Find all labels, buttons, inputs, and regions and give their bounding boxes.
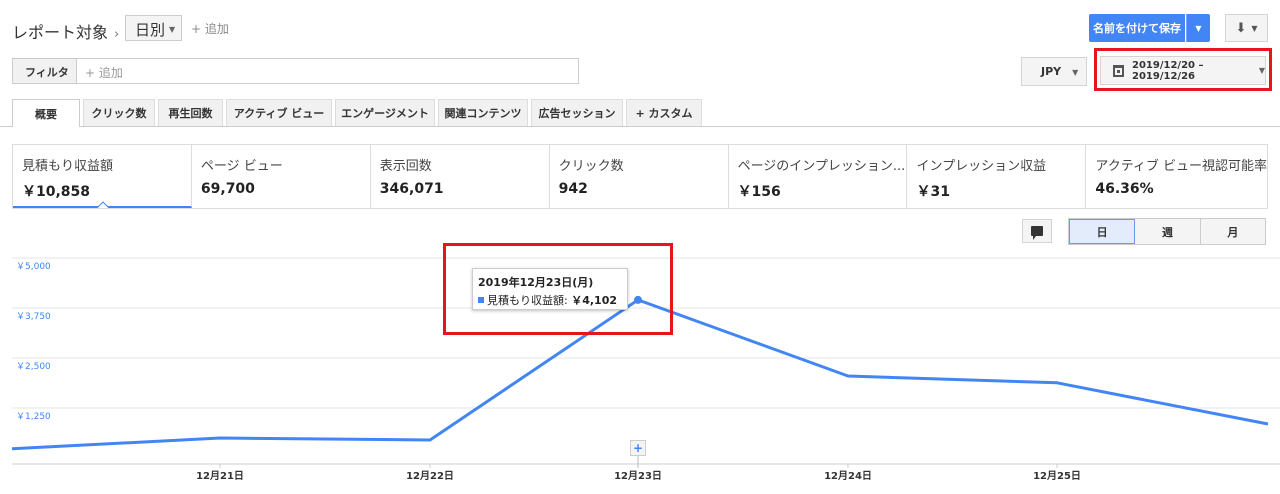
period-week-button[interactable]: 週	[1135, 219, 1201, 244]
y-tick-label: ￥3,750	[16, 312, 51, 322]
annotation-button[interactable]	[1022, 219, 1052, 243]
x-tick-label: 12月21日	[196, 470, 244, 482]
tab-divider	[0, 126, 1280, 127]
caret-down-icon: ▼	[1258, 66, 1265, 75]
metric-value: ￥31	[916, 184, 950, 200]
y-tick-label: ￥2,500	[16, 362, 51, 372]
date-range-value: 2019/12/20 – 2019/12/26	[1132, 59, 1204, 82]
tab-related-content[interactable]: 関連コンテンツ	[438, 99, 528, 126]
filter-input[interactable]: + 追加	[85, 64, 123, 81]
tab-ad-sessions[interactable]: 広告セッション	[531, 99, 623, 126]
metric-name: インプレッション収益	[916, 159, 1047, 174]
granularity-value: 日別	[135, 21, 166, 39]
caret-down-icon: ▼	[1251, 23, 1258, 33]
tab-views[interactable]: 再生回数	[158, 99, 223, 126]
save-as-button[interactable]: 名前を付けて保存	[1089, 14, 1185, 42]
metric-cards: 見積もり収益額 ￥10,858 ページ ビュー 69,700 表示回数 346,…	[12, 144, 1268, 209]
report-title: レポート対象 ›	[12, 19, 125, 43]
period-day-button[interactable]: 日	[1069, 219, 1136, 244]
selected-notch-icon	[97, 201, 109, 208]
currency-value: JPY	[1041, 65, 1062, 78]
metric-name: 見積もり収益額	[22, 159, 114, 174]
metric-name: クリック数	[558, 159, 624, 174]
report-tabs: 概要 クリック数 再生回数 アクティブ ビュー エンゲージメント 関連コンテンツ…	[12, 99, 702, 127]
series-swatch	[478, 297, 484, 303]
chevron-right-icon: ›	[114, 27, 120, 42]
x-tick-label: 12月24日	[824, 470, 872, 482]
period-toggle: 日 週 月	[1068, 218, 1266, 245]
metric-value: ￥10,858	[22, 184, 91, 200]
x-tick-label: 12月23日	[614, 470, 662, 482]
plus-icon: +	[632, 441, 644, 455]
metric-name: 表示回数	[379, 159, 432, 174]
metric-name: ページ ビュー	[200, 159, 283, 174]
comment-icon	[1031, 226, 1043, 240]
chart-tooltip: 2019年12月23日(月) 見積もり収益額: ￥4,102	[472, 268, 628, 310]
caret-down-icon: ▼	[169, 25, 176, 34]
metric-card-clicks[interactable]: クリック数 942	[550, 145, 729, 208]
currency-dropdown[interactable]: JPY ▼	[1021, 57, 1087, 86]
caret-down-icon: ▼	[1072, 68, 1079, 77]
calendar-icon	[1113, 64, 1125, 77]
save-menu-button[interactable]: ▼	[1186, 14, 1210, 42]
tooltip-date: 2019年12月23日(月)	[478, 276, 594, 289]
tab-custom[interactable]: + カスタム	[626, 99, 702, 126]
metric-value: 69,700	[200, 181, 255, 197]
metric-card-page-views[interactable]: ページ ビュー 69,700	[192, 145, 371, 208]
metric-value: ￥156	[737, 184, 781, 200]
metric-card-estimated-revenue[interactable]: 見積もり収益額 ￥10,858	[13, 145, 192, 208]
tab-engagement[interactable]: エンゲージメント	[335, 99, 435, 126]
filter-label: フィルタ	[13, 59, 77, 83]
x-tick-label: 12月25日	[1033, 470, 1081, 482]
y-tick-label: ￥5,000	[16, 262, 51, 272]
x-tick-label: 12月22日	[406, 470, 454, 482]
download-button[interactable]: ⬇ ▼	[1225, 14, 1268, 42]
tab-overview[interactable]: 概要	[12, 99, 80, 127]
metric-card-page-rpm[interactable]: ページのインプレッション... ￥156	[729, 145, 908, 208]
add-dimension-link[interactable]: + 追加	[191, 20, 229, 37]
download-icon: ⬇	[1235, 20, 1247, 36]
tab-active-view[interactable]: アクティブ ビュー	[226, 99, 332, 126]
metric-card-impressions[interactable]: 表示回数 346,071	[371, 145, 550, 208]
y-tick-label: ￥1,250	[16, 412, 51, 422]
date-range-picker[interactable]: 2019/12/20 – 2019/12/26 ▼	[1100, 56, 1266, 85]
tab-clicks[interactable]: クリック数	[83, 99, 155, 126]
filter-bar[interactable]: フィルタ + 追加	[12, 58, 579, 84]
metric-name: アクティブ ビュー視認可能率	[1095, 159, 1268, 174]
caret-down-icon: ▼	[1195, 23, 1202, 33]
tooltip-row: 見積もり収益額: ￥4,102	[478, 292, 627, 308]
add-annotation-button[interactable]: +	[630, 440, 646, 456]
metric-card-impression-rpm[interactable]: インプレッション収益 ￥31	[907, 145, 1087, 208]
metric-name: ページのインプレッション...	[737, 159, 906, 174]
metric-value: 346,071	[379, 181, 444, 197]
period-month-button[interactable]: 月	[1200, 219, 1265, 244]
report-header: レポート対象 › 日別 ▼ + 追加 名前を付けて保存 ▼ ⬇ ▼	[0, 0, 1280, 56]
metric-value: 46.36%	[1095, 181, 1154, 197]
report-title-text: レポート対象	[12, 23, 109, 42]
metric-card-active-view-viewable[interactable]: アクティブ ビュー視認可能率 46.36%	[1086, 145, 1267, 208]
tooltip-value: ￥4,102	[571, 294, 618, 307]
granularity-dropdown[interactable]: 日別 ▼	[125, 15, 182, 41]
tooltip-series-name: 見積もり収益額:	[487, 294, 568, 307]
metric-value: 942	[558, 181, 588, 197]
